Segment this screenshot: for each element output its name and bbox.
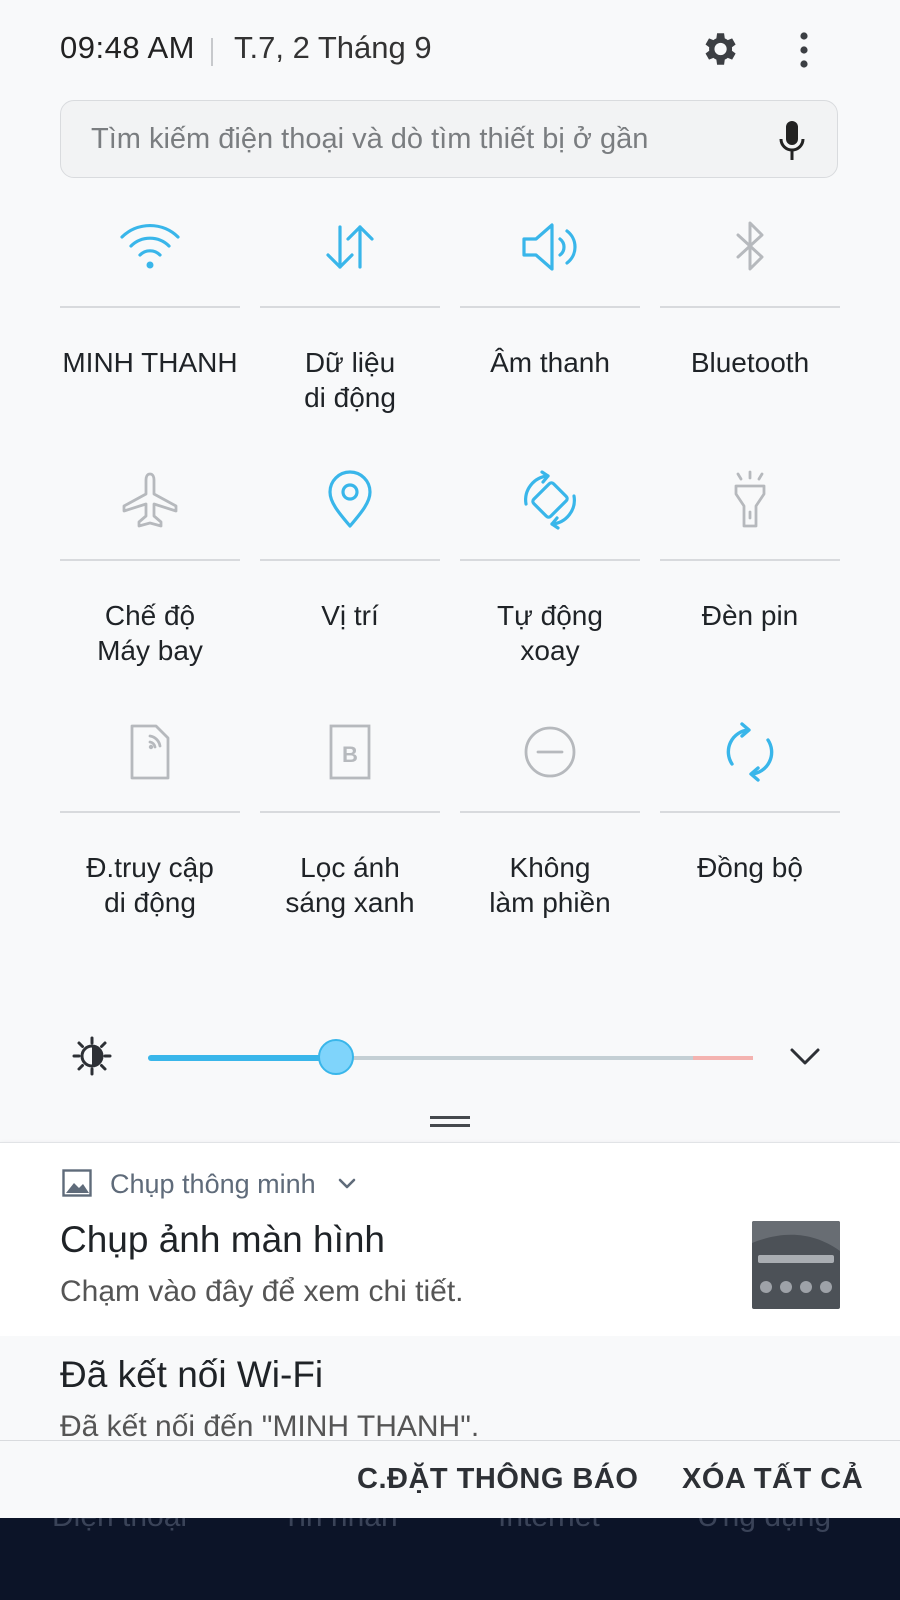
tile-divider xyxy=(260,306,440,308)
notification-title: Chụp ảnh màn hình xyxy=(60,1219,386,1260)
tile-label: MINH THANH xyxy=(62,347,238,378)
notification-actions-bar: C.ĐẶT THÔNG BÁO XÓA TẤT CẢ xyxy=(0,1440,900,1519)
bluetooth-icon xyxy=(736,221,764,271)
tile-blue-light-filter[interactable]: B Lọc ánh sáng xanh xyxy=(260,720,440,970)
tile-divider xyxy=(460,559,640,561)
notification-card[interactable]: Đã kết nối Wi-Fi Đã kết nối đến "MINH TH… xyxy=(0,1336,900,1440)
notification-settings-button[interactable]: C.ĐẶT THÔNG BÁO xyxy=(357,1463,638,1496)
search-bar[interactable]: Tìm kiếm điện thoại và dò tìm thiết bị ở… xyxy=(60,100,838,178)
settings-gear-icon[interactable] xyxy=(698,28,740,70)
tile-label: Không làm phiền xyxy=(489,852,611,918)
mobile-data-icon xyxy=(326,225,374,269)
tile-divider xyxy=(460,811,640,813)
tile-auto-rotate[interactable]: Tự động xoay xyxy=(460,468,640,718)
tile-divider xyxy=(60,306,240,308)
tile-label: Đèn pin xyxy=(701,600,799,631)
tile-divider xyxy=(260,559,440,561)
tile-divider xyxy=(60,559,240,561)
tile-divider xyxy=(60,811,240,813)
do-not-disturb-icon xyxy=(524,726,576,778)
tile-bluetooth[interactable]: Bluetooth xyxy=(660,215,840,465)
tile-location[interactable]: Vị trí xyxy=(260,468,440,718)
tile-flashlight[interactable]: Đèn pin xyxy=(660,468,840,718)
panel-drag-handle[interactable] xyxy=(430,1116,470,1132)
image-icon xyxy=(62,1169,92,1197)
tile-label: Âm thanh xyxy=(490,347,610,378)
notification-card[interactable]: Chụp thông minh Chụp ảnh màn hình Chạm v… xyxy=(0,1142,900,1337)
notification-title: Đã kết nối Wi-Fi xyxy=(60,1354,324,1395)
clear-all-button[interactable]: XÓA TẤT CẢ xyxy=(682,1463,863,1496)
flashlight-icon xyxy=(734,470,766,528)
screenshot-thumbnail[interactable] xyxy=(752,1221,840,1309)
brightness-slider-thumb[interactable] xyxy=(317,1039,354,1075)
tile-divider xyxy=(660,306,840,308)
notification-text: Đã kết nối đến "MINH THANH". xyxy=(60,1410,480,1440)
location-icon xyxy=(328,470,372,528)
tile-divider xyxy=(660,559,840,561)
brightness-fill xyxy=(148,1055,336,1061)
tile-sound[interactable]: Âm thanh xyxy=(460,215,640,465)
dock-label-apps[interactable]: Ứng dụng xyxy=(697,1518,831,1534)
home-dock: Điện thoại Tin nhắn Internet Ứng dụng xyxy=(0,1518,900,1600)
tile-label: Đ.truy cập di động xyxy=(86,852,214,918)
more-options-icon[interactable] xyxy=(786,30,822,70)
notification-app-name: Chụp thông minh xyxy=(110,1169,316,1199)
tile-mobile-data[interactable]: Dữ liệu di động xyxy=(260,215,440,465)
sound-icon xyxy=(522,223,577,271)
tile-mobile-hotspot[interactable]: Đ.truy cập di động xyxy=(60,720,240,970)
status-date: T.7, 2 Tháng 9 xyxy=(234,30,432,65)
wifi-icon xyxy=(120,223,180,269)
status-separator xyxy=(211,38,213,66)
tile-label: Đồng bộ xyxy=(697,852,803,883)
tile-label: Bluetooth xyxy=(690,347,810,378)
blue-light-filter-icon: B xyxy=(329,724,371,780)
tile-label: Tự động xoay xyxy=(497,600,603,666)
dock-label-phone[interactable]: Điện thoại xyxy=(52,1518,187,1534)
tile-do-not-disturb[interactable]: Không làm phiền xyxy=(460,720,640,970)
tile-label: Chế độ Máy bay xyxy=(97,600,203,666)
tile-divider xyxy=(460,306,640,308)
tile-label: Vị trí xyxy=(321,600,379,631)
brightness-warning-zone xyxy=(692,1056,753,1060)
tile-divider xyxy=(260,811,440,813)
tile-divider xyxy=(660,811,840,813)
search-input[interactable]: Tìm kiếm điện thoại và dò tìm thiết bị ở… xyxy=(91,123,648,156)
status-time: 09:48 AM xyxy=(60,30,195,65)
svg-text:B: B xyxy=(342,742,358,767)
mobile-hotspot-icon xyxy=(130,724,170,780)
tile-sync[interactable]: Đồng bộ xyxy=(660,720,840,970)
chevron-down-icon[interactable] xyxy=(337,1177,357,1191)
chevron-down-icon[interactable] xyxy=(788,1044,822,1070)
dock-label-internet[interactable]: Internet xyxy=(498,1518,600,1534)
auto-rotate-icon xyxy=(524,470,576,530)
tile-label: Lọc ánh sáng xanh xyxy=(285,852,415,918)
airplane-icon xyxy=(122,472,178,528)
sync-icon xyxy=(726,722,774,782)
dock-label-messages[interactable]: Tin nhắn xyxy=(282,1518,398,1534)
microphone-icon[interactable] xyxy=(777,119,807,163)
tile-airplane-mode[interactable]: Chế độ Máy bay xyxy=(60,468,240,718)
notification-text: Chạm vào đây để xem chi tiết. xyxy=(60,1275,464,1308)
tile-label: Dữ liệu di động xyxy=(304,347,396,413)
tile-wifi[interactable]: MINH THANH xyxy=(60,215,240,465)
brightness-icon xyxy=(72,1036,112,1076)
